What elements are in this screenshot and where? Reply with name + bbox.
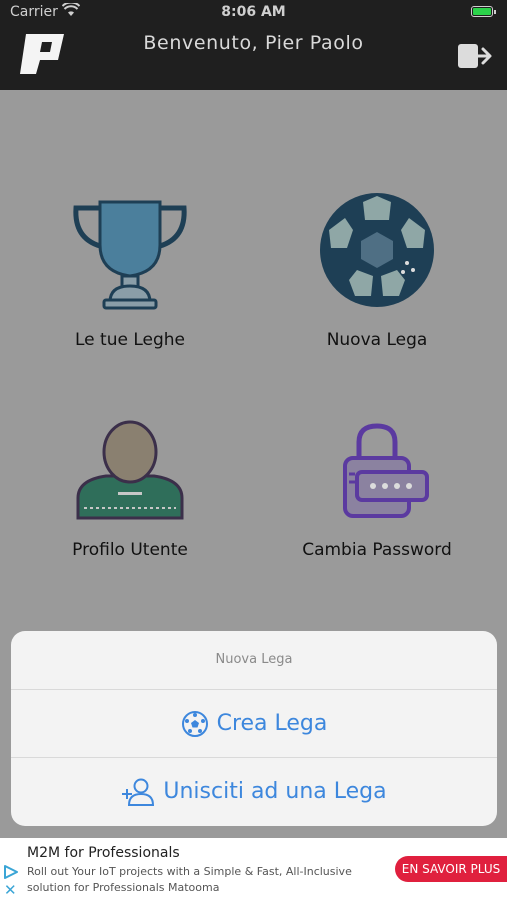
create-league-label: Crea Lega <box>216 711 328 736</box>
join-league-button[interactable]: Unisciti ad una Lega <box>11 758 497 825</box>
ad-choices-icon[interactable] <box>3 865 19 879</box>
action-sheet-title: Nuova Lega <box>11 631 497 690</box>
clock: 8:06 AM <box>221 4 286 20</box>
ad-banner[interactable]: ✕ M2M for Professionals Roll out Your Io… <box>0 838 507 900</box>
logout-icon[interactable] <box>457 40 493 72</box>
action-sheet: Nuova Lega Crea Lega Unisciti ad una Leg… <box>11 631 497 826</box>
tile-my-leagues-label: Le tue Leghe <box>75 330 185 350</box>
padlock-icon <box>343 423 429 518</box>
ad-close-icon[interactable]: ✕ <box>4 883 17 898</box>
join-league-label: Unisciti ad una Lega <box>163 779 387 804</box>
ad-body: Roll out Your IoT projects with a Simple… <box>27 865 352 894</box>
status-bar: Carrier 8:06 AM <box>0 0 507 24</box>
ad-title: M2M for Professionals <box>27 845 180 861</box>
user-profile-icon <box>76 420 184 520</box>
tile-user-profile[interactable]: Profilo Utente <box>30 420 230 560</box>
welcome-title: Benvenuto, Pier Paolo <box>143 32 364 54</box>
ad-cta-button[interactable]: EN SAVOIR PLUS <box>395 856 507 882</box>
tile-my-leagues[interactable]: Le tue Leghe <box>30 190 230 350</box>
soccer-ball-icon <box>320 193 434 307</box>
tile-user-profile-label: Profilo Utente <box>72 540 188 560</box>
tile-change-password[interactable]: Cambia Password <box>277 420 477 560</box>
create-league-button[interactable]: Crea Lega <box>11 690 497 758</box>
soccer-ball-icon <box>181 710 208 737</box>
menu-grid: Le tue Leghe Nuova Lega Profilo Utente C… <box>0 90 507 630</box>
trophy-icon <box>73 200 187 310</box>
tile-new-league[interactable]: Nuova Lega <box>277 190 477 350</box>
add-user-icon <box>122 778 155 806</box>
battery-icon <box>471 6 496 17</box>
tile-change-password-label: Cambia Password <box>302 540 452 560</box>
nav-bar: Benvenuto, Pier Paolo <box>0 24 507 90</box>
tile-new-league-label: Nuova Lega <box>326 330 428 350</box>
